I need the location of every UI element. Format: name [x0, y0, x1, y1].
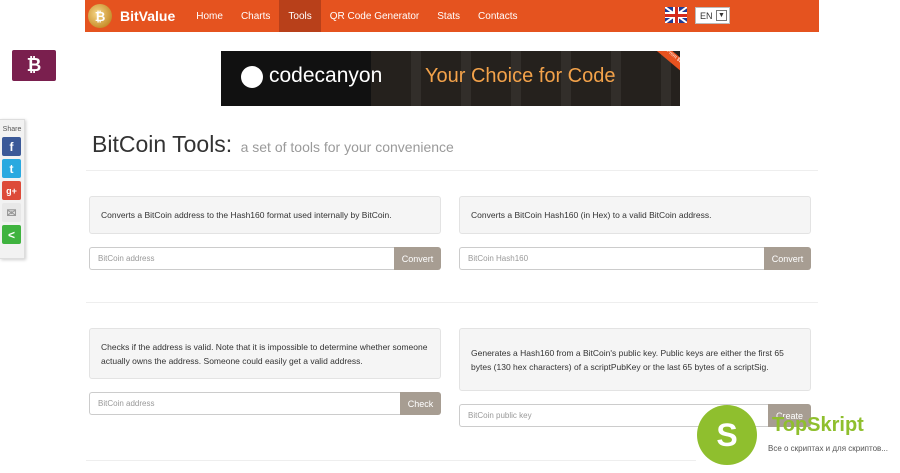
bitcoin-hash160-input[interactable]: BitCoin Hash160	[459, 247, 764, 270]
tool-description-hash160-to-address: Converts a BitCoin Hash160 (in Hex) to a…	[459, 196, 811, 234]
uk-flag-icon[interactable]	[665, 7, 687, 23]
brand-name[interactable]: BitValue	[120, 8, 175, 24]
divider	[86, 170, 818, 171]
divider	[86, 460, 696, 461]
language-select[interactable]: EN ▼	[695, 7, 730, 24]
address-to-hash160-form: BitCoin address Convert	[89, 247, 441, 270]
watermark-title: TopSkript	[772, 414, 864, 436]
nav-charts[interactable]: Charts	[232, 0, 279, 32]
convert-button[interactable]: Convert	[394, 247, 441, 270]
nav-tools[interactable]: Tools	[279, 0, 321, 32]
email-icon[interactable]: ✉	[2, 203, 21, 222]
page-subtitle: a set of tools for your convenience	[240, 139, 454, 155]
tool-description-check-address: Checks if the address is valid. Note tha…	[89, 328, 441, 379]
watermark-subtitle: Все о скриптах и для скриптов...	[768, 444, 888, 453]
language-value: EN	[700, 10, 713, 21]
nav-qr-code-generator[interactable]: QR Code Generator	[321, 0, 429, 32]
page-title: BitCoin Tools: a set of tools for your c…	[92, 131, 454, 158]
nav-contacts[interactable]: Contacts	[469, 0, 526, 32]
codecanyon-ad-banner[interactable]: codecanyon Your Choice for Code From $2	[221, 51, 680, 106]
tool-description-public-key-to-hash160: Generates a Hash160 from a BitCoin's pub…	[459, 328, 811, 391]
nav-stats[interactable]: Stats	[428, 0, 469, 32]
share-sidebar: Share f t g+ ✉ <	[0, 119, 25, 259]
codecanyon-leaf-icon	[241, 66, 263, 88]
bitcoin-address-input[interactable]: BitCoin address	[89, 247, 394, 270]
share-label: Share	[2, 126, 22, 133]
bitcoin-badge-icon[interactable]: ₿	[12, 50, 56, 81]
hash160-to-address-form: BitCoin Hash160 Convert	[459, 247, 811, 270]
page-title-main: BitCoin Tools:	[92, 131, 233, 157]
check-button[interactable]: Check	[400, 392, 441, 415]
bitcoin-address-input[interactable]: BitCoin address	[89, 392, 400, 415]
public-key-to-hash160-form: BitCoin public key Create	[459, 404, 811, 427]
tool-description-address-to-hash160: Converts a BitCoin address to the Hash16…	[89, 196, 441, 234]
chevron-down-icon: ▼	[716, 10, 727, 21]
topskript-logo-icon: S	[697, 405, 757, 465]
google-plus-icon[interactable]: g+	[2, 181, 21, 200]
bitcoin-logo-icon[interactable]: ₿	[88, 4, 112, 28]
facebook-icon[interactable]: f	[2, 137, 21, 156]
divider	[86, 302, 818, 303]
nav-home[interactable]: Home	[187, 0, 232, 32]
twitter-icon[interactable]: t	[2, 159, 21, 178]
banner-brand: codecanyon	[269, 64, 383, 87]
share-icon[interactable]: <	[2, 225, 21, 244]
convert-button[interactable]: Convert	[764, 247, 811, 270]
banner-tagline: Your Choice for Code	[425, 65, 616, 87]
check-address-form: BitCoin address Check	[89, 392, 441, 415]
